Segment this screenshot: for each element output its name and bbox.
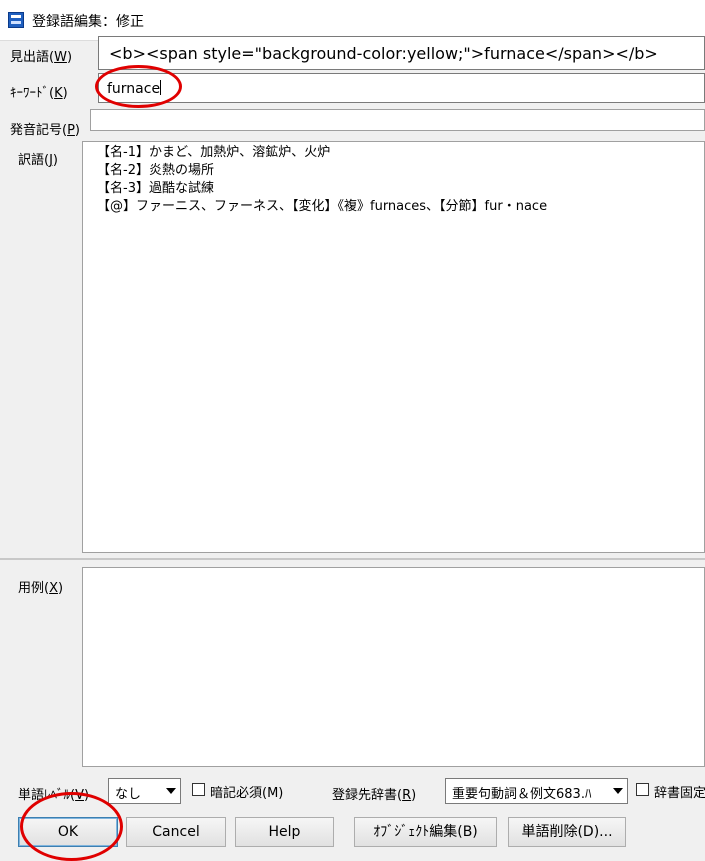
fix-dictionary-checkbox[interactable]: [636, 783, 649, 796]
headword-field[interactable]: <b><span style="background-color:yellow;…: [98, 36, 705, 70]
target-dictionary-select[interactable]: 重要句動詞＆例文683.ﾊ: [445, 778, 628, 804]
memorize-checkbox[interactable]: [192, 783, 205, 796]
help-button[interactable]: Help: [235, 817, 334, 847]
keyword-label: ｷｰﾜｰﾄﾞ(K): [10, 86, 68, 101]
target-dictionary-label: 登録先辞書(R): [332, 788, 417, 803]
window-title: 登録語編集：修正: [32, 14, 144, 30]
translation-line: 【名-1】かまど、加熱炉、溶鉱炉、火炉: [97, 145, 331, 160]
translation-label: 訳語(J): [18, 153, 58, 168]
memorize-label: 暗記必須(M): [210, 786, 284, 801]
title-bar: 登録語編集：修正: [0, 0, 705, 41]
annotation-circle-keyword: [95, 65, 182, 108]
chevron-down-icon: [166, 788, 176, 794]
examples-label: 用例(X): [18, 581, 64, 596]
translation-line: 【名-2】炎熱の場所: [97, 163, 214, 178]
examples-textarea[interactable]: [82, 567, 705, 767]
chevron-down-icon: [613, 788, 623, 794]
pronunciation-label: 発音記号(P): [10, 123, 80, 138]
translation-line: 【@】ファーニス、ファーネス、【変化】《複》furnaces、【分節】fur・n…: [97, 199, 548, 214]
pronunciation-field[interactable]: [90, 109, 705, 131]
fix-dictionary-label: 辞書固定: [654, 786, 705, 801]
object-edit-button[interactable]: ｵﾌﾞｼﾞｪｸﾄ編集(B): [354, 817, 497, 847]
pane-splitter[interactable]: [0, 558, 705, 560]
delete-word-button[interactable]: 単語削除(D)...: [508, 817, 626, 847]
headword-label: 見出語(W): [10, 50, 73, 65]
cancel-button[interactable]: Cancel: [126, 817, 226, 847]
translation-line: 【名-3】過酷な試練: [97, 181, 214, 196]
keyword-field[interactable]: furnace: [98, 73, 705, 103]
app-icon: [8, 12, 24, 28]
annotation-circle-ok: [20, 792, 123, 861]
translation-textarea[interactable]: 【名-1】かまど、加熱炉、溶鉱炉、火炉 【名-2】炎熱の場所 【名-3】過酷な試…: [82, 141, 705, 553]
word-level-select[interactable]: なし: [108, 778, 181, 804]
